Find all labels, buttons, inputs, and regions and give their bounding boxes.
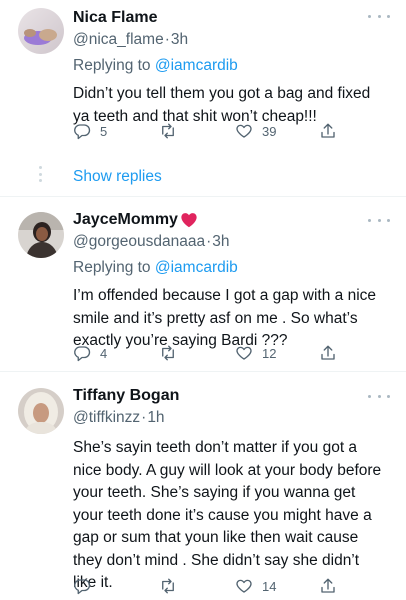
heart-icon [236,346,252,360]
timestamp[interactable]: 3h [171,31,188,48]
display-name[interactable]: JayceMommy [73,211,178,229]
timestamp[interactable]: 1h [147,409,164,426]
retweet-icon [162,578,174,594]
display-name[interactable]: Tiffany Bogan [73,387,179,405]
tweet-text: She’s sayin teeth don’t matter if you go… [73,439,382,591]
like-count: 14 [262,578,277,594]
mention-link[interactable]: @iamcardib [155,57,238,74]
more-options-icon[interactable] [368,390,390,402]
handle[interactable]: @nica_flame [73,31,164,48]
reply-count: 4 [100,345,108,361]
handle[interactable]: @tiffkinzz [73,409,140,426]
more-options-icon[interactable] [368,214,390,226]
avatar-photo-icon [18,212,64,258]
reply-button[interactable] [73,577,100,595]
retweet-button[interactable] [159,577,186,595]
avatar[interactable] [18,212,64,258]
retweet-icon [162,345,174,361]
share-icon [321,123,335,138]
like-count: 39 [262,123,277,139]
share-button[interactable] [319,122,337,140]
share-icon [321,345,335,360]
divider [0,371,406,372]
timestamp[interactable]: 3h [212,233,229,250]
share-button[interactable] [319,344,337,362]
reply-icon [74,579,91,595]
like-button[interactable]: 39 [235,122,276,140]
tweet-text: I’m offended because I got a gap with a … [73,287,377,349]
avatar-photo-icon [18,8,64,54]
share-icon [321,578,335,593]
retweet-button[interactable] [159,344,186,362]
more-options-icon[interactable] [368,10,390,22]
avatar[interactable] [18,8,64,54]
retweet-button[interactable] [159,122,186,140]
like-button[interactable]: 12 [235,344,276,362]
avatar-photo-icon [18,388,64,434]
separator: · [141,409,147,426]
heart-icon [236,579,252,593]
heart-icon [236,124,252,138]
avatar[interactable] [18,388,64,434]
retweet-icon [162,123,174,139]
separator: · [206,233,212,250]
display-name[interactable]: Nica Flame [73,9,157,27]
reply-count: 5 [100,123,108,139]
separator: · [164,31,170,48]
replying-to: Replying to @iamcardib [73,259,238,276]
reply-icon [74,124,91,140]
handle[interactable]: @gorgeousdanaaa [73,233,205,250]
mention-link[interactable]: @iamcardib [155,259,238,276]
share-button[interactable] [319,577,337,595]
like-count: 12 [262,345,277,361]
divider [0,196,406,197]
reply-button[interactable]: 4 [73,344,107,362]
replying-to: Replying to @iamcardib [73,57,238,74]
thread-dots [38,166,42,182]
show-replies-link[interactable]: Show replies [73,168,162,186]
like-button[interactable]: 14 [235,577,276,595]
reply-button[interactable]: 5 [73,122,107,140]
reply-icon [74,346,91,362]
red-heart-icon [181,213,197,228]
